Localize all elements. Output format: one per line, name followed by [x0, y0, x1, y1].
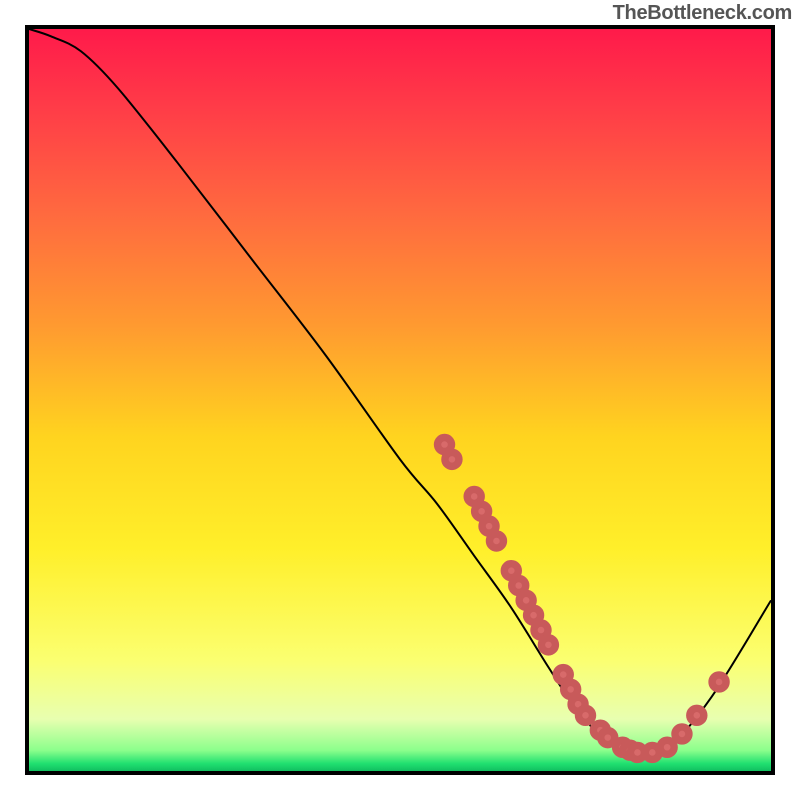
data-point [712, 675, 726, 689]
data-point [690, 708, 704, 722]
data-point [489, 534, 503, 548]
data-point [601, 731, 615, 745]
data-point [445, 452, 459, 466]
curve-path [29, 29, 771, 757]
watermark-text: TheBottleneck.com [613, 2, 792, 25]
data-point [579, 708, 593, 722]
data-points [438, 438, 727, 760]
chart-frame [25, 25, 775, 775]
data-point [541, 638, 555, 652]
bottleneck-curve [29, 29, 771, 771]
data-point [675, 727, 689, 741]
data-point [660, 740, 674, 754]
